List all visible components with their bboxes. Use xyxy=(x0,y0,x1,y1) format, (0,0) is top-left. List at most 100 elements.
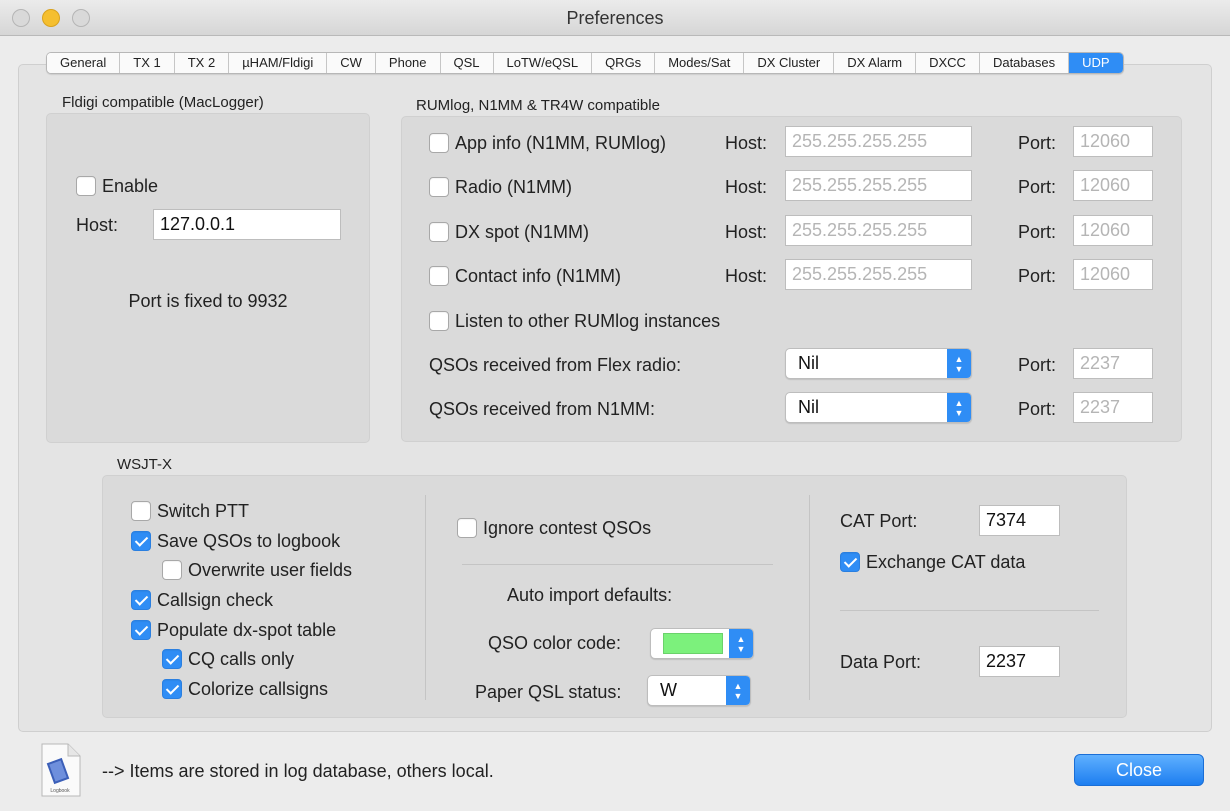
exchange-cat-checkbox[interactable] xyxy=(840,552,860,572)
updown-arrows-icon: ▲ ▼ xyxy=(729,629,753,658)
app-info-host-label: Host: xyxy=(725,133,768,153)
wsjtx-divider-cat xyxy=(840,610,1099,611)
listen-rumlog-checkbox[interactable] xyxy=(429,311,449,331)
overwrite-user-fields-label: Overwrite user fields xyxy=(188,560,353,580)
footer-note: --> Items are stored in log database, ot… xyxy=(102,761,494,781)
switch-ptt-checkbox[interactable] xyxy=(131,501,151,521)
svg-text:Logbook: Logbook xyxy=(50,788,70,794)
radio-checkbox[interactable] xyxy=(429,177,449,197)
app-info-port-label: Port: xyxy=(1018,133,1057,153)
qso-color-code-popup[interactable]: ▲ ▼ xyxy=(650,628,754,659)
radio-host-label: Host: xyxy=(725,177,768,197)
radio-port-input[interactable]: 12060 xyxy=(1073,170,1153,201)
app-info-port-input[interactable]: 12060 xyxy=(1073,126,1153,157)
dx-spot-port-input[interactable]: 12060 xyxy=(1073,215,1153,246)
switch-ptt-label: Switch PTT xyxy=(157,501,250,521)
cat-port-label: CAT Port: xyxy=(840,511,918,531)
fldigi-host-label: Host: xyxy=(76,215,119,235)
contact-info-host-input[interactable]: 255.255.255.255 xyxy=(785,259,972,290)
n1mm-qsos-label: QSOs received from N1MM: xyxy=(429,399,656,419)
n1mm-port-label: Port: xyxy=(1018,399,1057,419)
cq-calls-only-label: CQ calls only xyxy=(188,649,295,669)
rumlog-group-title: RUMlog, N1MM & TR4W compatible xyxy=(416,97,660,114)
overwrite-user-fields-checkbox[interactable] xyxy=(162,560,182,580)
exchange-cat-label: Exchange CAT data xyxy=(866,552,1026,572)
n1mm-port-input[interactable]: 2237 xyxy=(1073,392,1153,423)
tab-tx1[interactable]: TX 1 xyxy=(120,53,175,73)
title-bar: Preferences xyxy=(0,0,1230,36)
flex-qsos-value: Nil xyxy=(798,353,819,373)
callsign-check-label: Callsign check xyxy=(157,590,274,610)
save-qsos-label: Save QSOs to logbook xyxy=(157,531,341,551)
tab-modes-sat[interactable]: Modes/Sat xyxy=(655,53,745,73)
fldigi-enable-label: Enable xyxy=(102,176,159,196)
contact-info-checkbox[interactable] xyxy=(429,266,449,286)
paper-qsl-label: Paper QSL status: xyxy=(475,682,622,702)
contact-info-port-input[interactable]: 12060 xyxy=(1073,259,1153,290)
app-info-host-input[interactable]: 255.255.255.255 xyxy=(785,126,972,157)
n1mm-qsos-value: Nil xyxy=(798,397,819,417)
save-qsos-checkbox[interactable] xyxy=(131,531,151,551)
tab-tx2[interactable]: TX 2 xyxy=(174,53,230,73)
n1mm-qsos-popup[interactable]: Nil ▲ ▼ xyxy=(785,392,972,423)
wsjtx-group-title: WSJT-X xyxy=(117,456,172,473)
updown-arrows-icon: ▲ ▼ xyxy=(726,676,750,705)
tab-lotw-eqsl[interactable]: LoTW/eQSL xyxy=(493,53,593,73)
radio-label: Radio (N1MM) xyxy=(455,177,573,197)
data-port-label: Data Port: xyxy=(840,652,922,672)
tab-udp[interactable]: UDP xyxy=(1069,53,1123,73)
logbook-icon: Logbook xyxy=(38,742,82,798)
dx-spot-host-label: Host: xyxy=(725,222,768,242)
updown-arrows-icon: ▲ ▼ xyxy=(947,393,971,422)
paper-qsl-value: W xyxy=(660,680,677,700)
tab-uham-fldigi[interactable]: µHAM/Fldigi xyxy=(229,53,328,73)
fldigi-group-title: Fldigi compatible (MacLogger) xyxy=(62,94,264,111)
app-info-checkbox[interactable] xyxy=(429,133,449,153)
fldigi-host-input[interactable]: 127.0.0.1 xyxy=(153,209,341,240)
paper-qsl-popup[interactable]: W ▲ ▼ xyxy=(647,675,751,706)
tab-qsl[interactable]: QSL xyxy=(440,53,494,73)
tab-dxcc[interactable]: DXCC xyxy=(916,53,980,73)
wsjtx-divider-left xyxy=(425,495,426,700)
fldigi-group-box xyxy=(46,113,370,443)
window-title: Preferences xyxy=(566,8,664,28)
dx-spot-host-input[interactable]: 255.255.255.255 xyxy=(785,215,972,246)
close-button[interactable]: Close xyxy=(1074,754,1204,786)
populate-dx-spot-label: Populate dx-spot table xyxy=(157,620,337,640)
tab-databases[interactable]: Databases xyxy=(979,53,1070,73)
flex-port-input[interactable]: 2237 xyxy=(1073,348,1153,379)
contact-info-label: Contact info (N1MM) xyxy=(455,266,622,286)
color-swatch xyxy=(663,633,723,654)
colorize-callsigns-checkbox[interactable] xyxy=(162,679,182,699)
dx-spot-label: DX spot (N1MM) xyxy=(455,222,590,242)
ignore-contest-checkbox[interactable] xyxy=(457,518,477,538)
tab-phone[interactable]: Phone xyxy=(375,53,441,73)
flex-port-label: Port: xyxy=(1018,355,1057,375)
populate-dx-spot-checkbox[interactable] xyxy=(131,620,151,640)
wsjtx-divider-middle xyxy=(462,564,773,565)
auto-import-label: Auto import defaults: xyxy=(507,585,673,605)
radio-port-label: Port: xyxy=(1018,177,1057,197)
flex-qsos-popup[interactable]: Nil ▲ ▼ xyxy=(785,348,972,379)
data-port-input[interactable]: 2237 xyxy=(979,646,1060,677)
tab-general[interactable]: General xyxy=(47,53,121,73)
dx-spot-port-label: Port: xyxy=(1018,222,1057,242)
app-info-label: App info (N1MM, RUMlog) xyxy=(455,133,667,153)
tab-qrgs[interactable]: QRGs xyxy=(592,53,656,73)
tab-dx-cluster[interactable]: DX Cluster xyxy=(744,53,835,73)
flex-qsos-label: QSOs received from Flex radio: xyxy=(429,355,682,375)
contact-info-port-label: Port: xyxy=(1018,266,1057,286)
qso-color-code-label: QSO color code: xyxy=(488,633,622,653)
ignore-contest-label: Ignore contest QSOs xyxy=(483,518,652,538)
radio-host-input[interactable]: 255.255.255.255 xyxy=(785,170,972,201)
updown-arrows-icon: ▲ ▼ xyxy=(947,349,971,378)
tab-cw[interactable]: CW xyxy=(327,53,376,73)
cq-calls-only-checkbox[interactable] xyxy=(162,649,182,669)
cat-port-input[interactable]: 7374 xyxy=(979,505,1060,536)
callsign-check-checkbox[interactable] xyxy=(131,590,151,610)
fldigi-enable-checkbox[interactable] xyxy=(76,176,96,196)
dx-spot-checkbox[interactable] xyxy=(429,222,449,242)
tab-bar: General TX 1 TX 2 µHAM/Fldigi CW Phone Q… xyxy=(46,52,1124,74)
colorize-callsigns-label: Colorize callsigns xyxy=(188,679,329,699)
tab-dx-alarm[interactable]: DX Alarm xyxy=(834,53,917,73)
